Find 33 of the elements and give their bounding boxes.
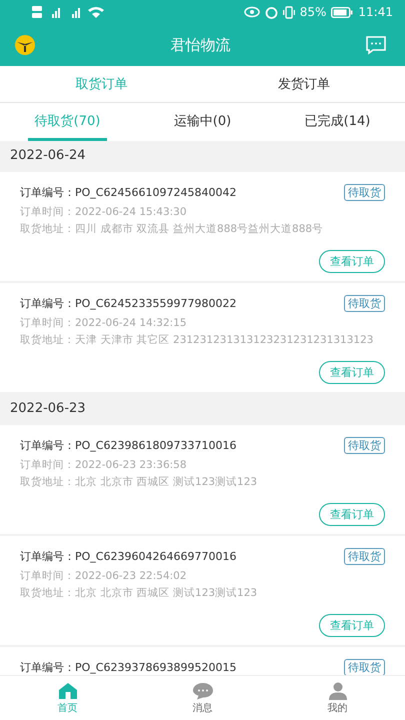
order-number: 订单编号：PO_C6239861809733710016 — [20, 438, 236, 452]
battery-icon — [331, 6, 354, 18]
pickup-address: 取货地址：四川 成都市 双流县 益州大道888号益州大道888号 — [20, 222, 324, 236]
order-number: 订单编号：PO_C6245661097245840042 — [20, 184, 236, 200]
order-number: 订单编号：PO_C6239378693899520015 — [20, 660, 236, 674]
order-number: 订单编号：PO_C6239604264669770016 — [20, 548, 236, 564]
view-order-button[interactable]: 查看订单 — [319, 614, 385, 637]
order-time: 订单时间：2022-06-24 14:32:15 — [20, 316, 188, 330]
eye-icon — [244, 6, 260, 18]
alarm-icon — [264, 6, 278, 18]
clock-time: 11:41 — [358, 5, 393, 19]
status-tag: 待取货 — [344, 184, 385, 200]
status-tag: 待取货 — [344, 436, 385, 454]
status-tag: 待取货 — [344, 294, 385, 312]
app-title: 君怡物流 — [170, 36, 232, 54]
person-icon — [328, 682, 348, 700]
chat-bubble-icon — [192, 682, 214, 700]
order-time: 订单时间：2022-06-24 15:43:30 — [20, 205, 188, 219]
order-time: 订单时间：2022-06-23 22:54:02 — [20, 569, 188, 583]
home-icon — [58, 682, 78, 700]
view-order-button[interactable]: 查看订单 — [319, 361, 385, 384]
pickup-address: 取货地址：天津 天津市 其它区 231231231313123231231231313123 — [20, 333, 374, 347]
view-order-button[interactable]: 查看订单 — [319, 250, 385, 273]
vibrate-icon — [282, 6, 295, 18]
pickup-address: 取货地址：北京 北京市 西城区 测试123测试123 — [20, 475, 258, 489]
battery-percent: 85% — [300, 5, 326, 19]
pickup-address: 取货地址：北京 北京市 西城区 测试123测试123 — [20, 586, 258, 600]
order-time: 订单时间：2022-06-23 23:36:58 — [20, 458, 188, 472]
logo-icon — [14, 34, 36, 56]
order-number: 订单编号：PO_C6245233559977980022 — [20, 296, 236, 310]
chat-icon[interactable] — [365, 35, 387, 55]
view-order-button[interactable]: 查看订单 — [319, 503, 385, 526]
status-tag: 待取货 — [344, 548, 385, 564]
